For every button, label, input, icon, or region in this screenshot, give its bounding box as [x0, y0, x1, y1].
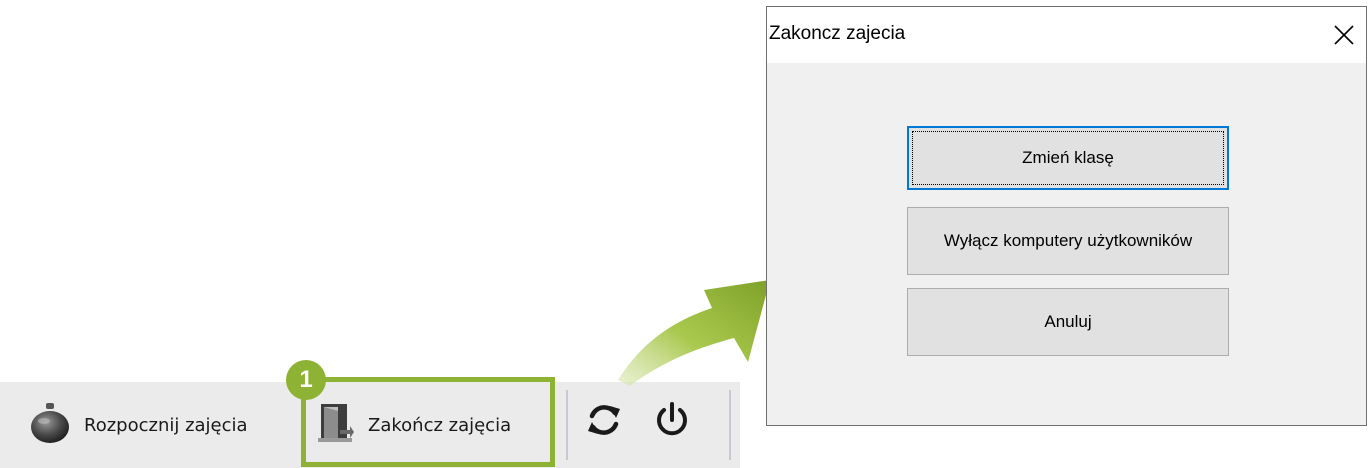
green-arrow-icon [600, 250, 780, 394]
shutdown-users-button[interactable]: Wyłącz komputery użytkowników [907, 207, 1229, 275]
cancel-button[interactable]: Anuluj [907, 288, 1229, 356]
change-class-button[interactable]: Zmień klasę [907, 126, 1229, 190]
toolbar-separator [729, 390, 731, 460]
dialog-title: Zakoncz zajecia [769, 23, 906, 44]
power-icon[interactable] [650, 398, 694, 442]
focus-ring [912, 131, 1224, 185]
bell-icon [28, 401, 72, 450]
dialog-titlebar: Zakoncz zajecia [767, 7, 1366, 63]
shutdown-users-label: Wyłącz komputery użytkowników [943, 231, 1193, 250]
close-icon[interactable] [1324, 15, 1364, 55]
toolbar-separator [566, 390, 568, 460]
highlight-frame [301, 377, 555, 467]
step-badge: 1 [286, 360, 326, 400]
start-class-label: Rozpocznij zajęcia [84, 414, 248, 436]
start-class-button[interactable]: Rozpocznij zajęcia [28, 385, 248, 465]
cancel-label: Anuluj [1044, 312, 1092, 331]
refresh-icon[interactable] [582, 398, 626, 442]
end-class-dialog: Zakoncz zajecia Zmień klasę Wyłącz kompu… [766, 6, 1367, 426]
